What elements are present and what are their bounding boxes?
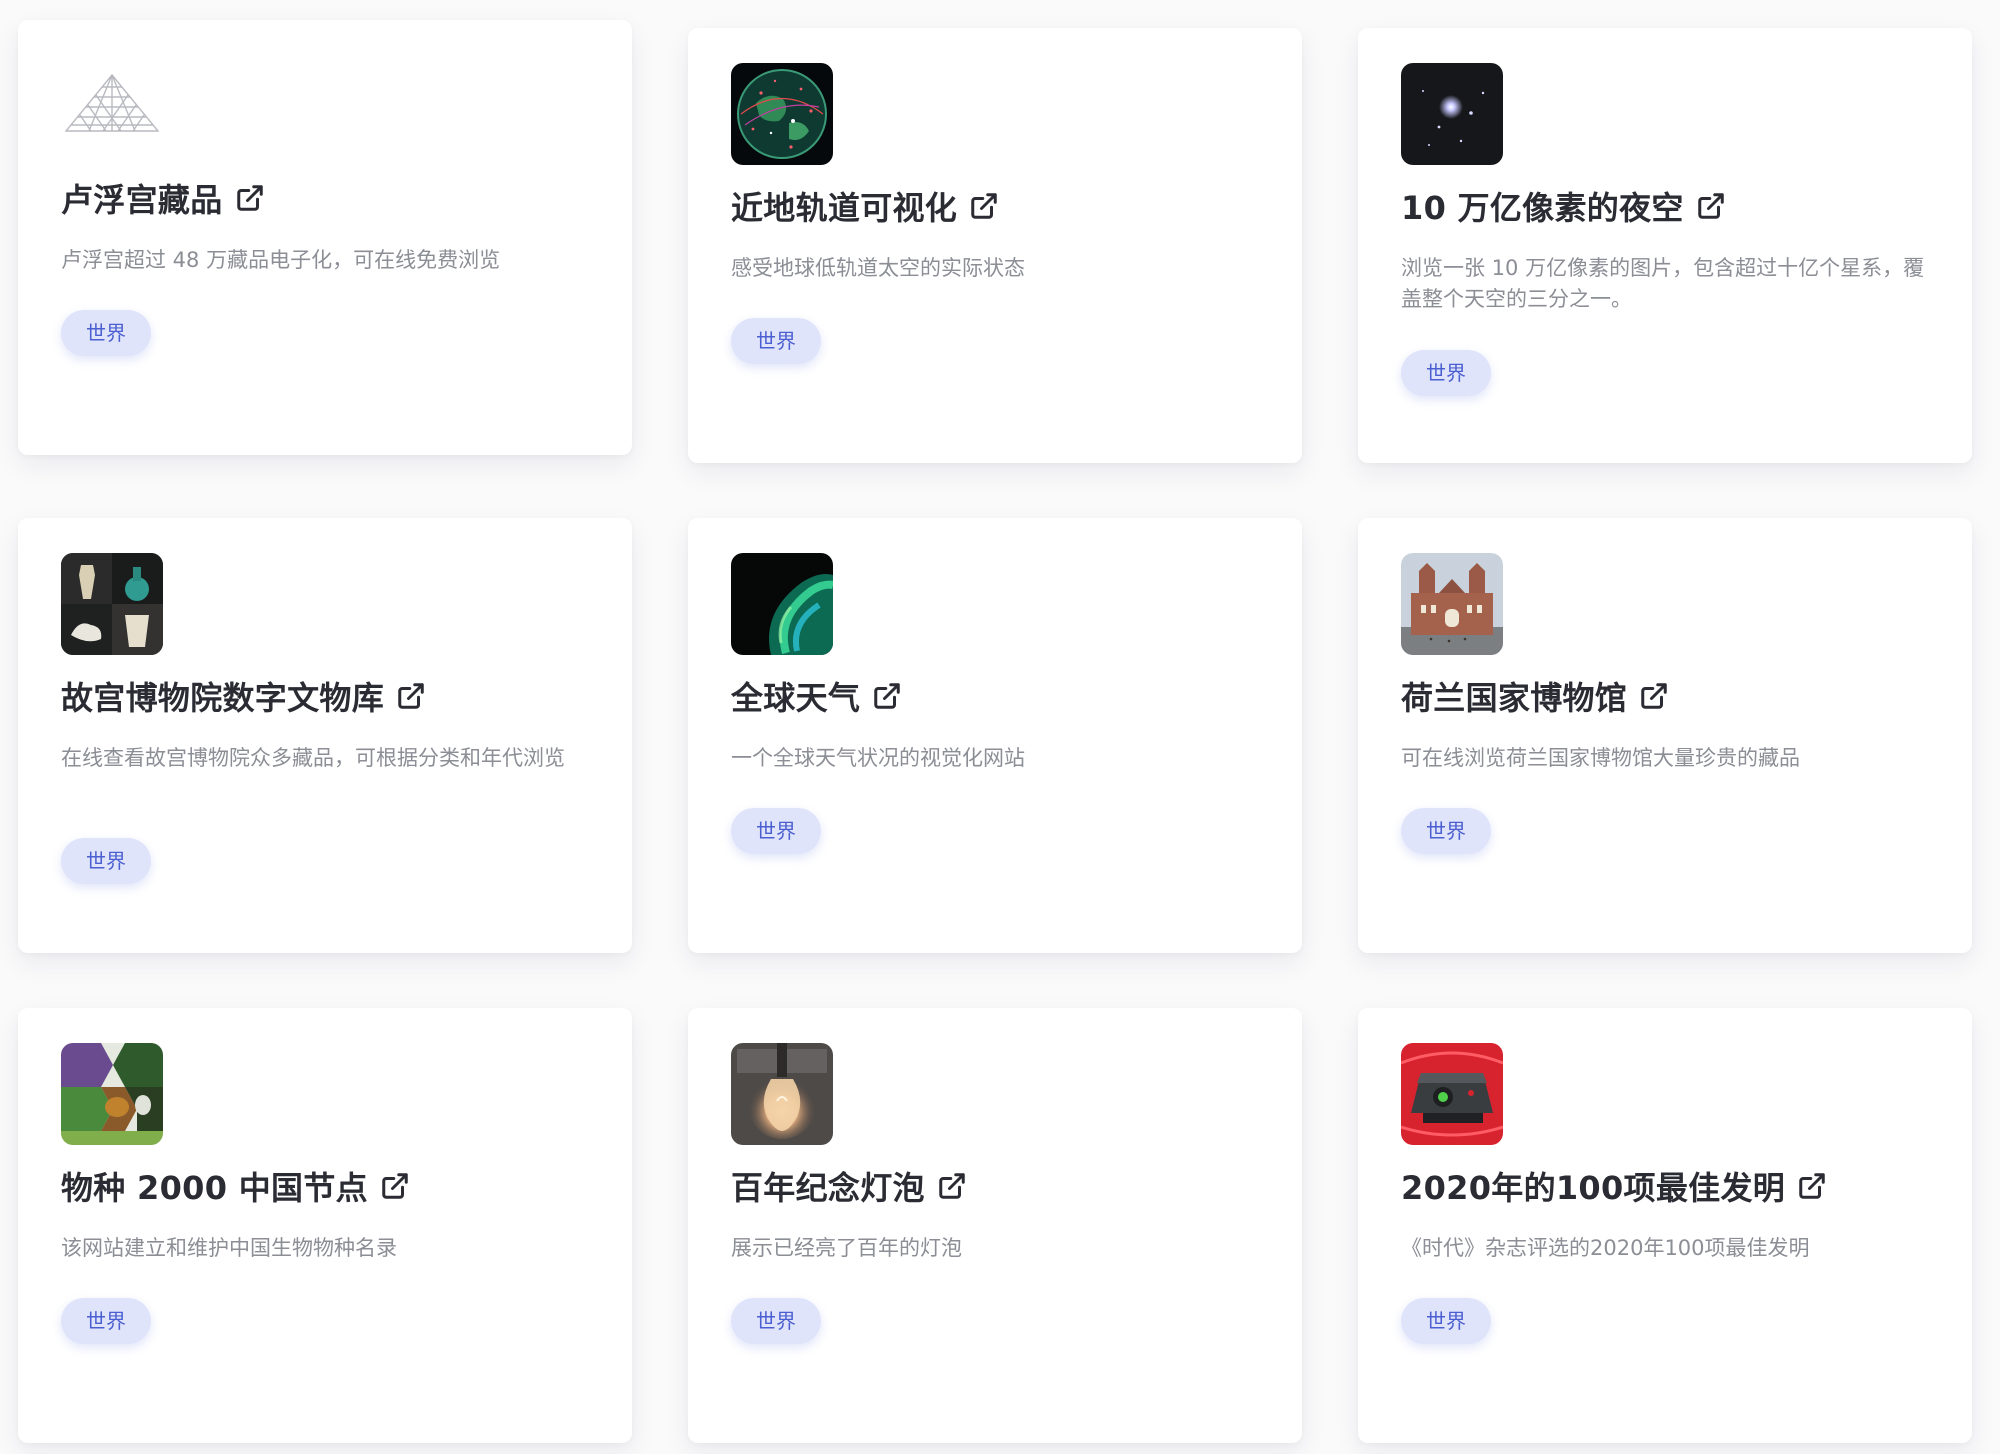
external-link-icon[interactable]	[380, 1171, 410, 1201]
card-description: 《时代》杂志评选的2020年100项最佳发明	[1401, 1236, 1810, 1260]
tag-badge[interactable]: 世界	[1401, 808, 1491, 854]
card-description: 浏览一张 10 万亿像素的图片，包含超过十亿个星系，覆盖整个天空的三分之一。	[1401, 256, 1925, 311]
card-centennial-bulb[interactable]: 百年纪念灯泡 展示已经亮了百年的灯泡 世界	[688, 1008, 1302, 1443]
palace-museum-relics-thumbnail	[61, 553, 163, 655]
night-sky-thumbnail	[1401, 63, 1503, 165]
tag-badge[interactable]: 世界	[731, 318, 821, 364]
card-title[interactable]: 物种 2000 中国节点	[61, 1163, 368, 1209]
centennial-bulb-thumbnail	[731, 1043, 833, 1145]
card-night-sky[interactable]: 10 万亿像素的夜空 浏览一张 10 万亿像素的图片，包含超过十亿个星系，覆盖整…	[1358, 28, 1972, 463]
tag-badge[interactable]: 世界	[61, 838, 151, 884]
external-link-icon[interactable]	[1696, 191, 1726, 221]
card-best-inventions-2020[interactable]: 2020年的100项最佳发明 《时代》杂志评选的2020年100项最佳发明 世界	[1358, 1008, 1972, 1443]
global-weather-thumbnail	[731, 553, 833, 655]
tag-badge[interactable]: 世界	[731, 1298, 821, 1344]
card-louvre[interactable]: 卢浮宫藏品 卢浮宫超过 48 万藏品电子化，可在线免费浏览 世界	[18, 20, 632, 455]
card-title[interactable]: 全球天气	[731, 673, 860, 719]
external-link-icon[interactable]	[396, 681, 426, 711]
external-link-icon[interactable]	[235, 183, 265, 213]
card-description: 可在线浏览荷兰国家博物馆大量珍贵的藏品	[1401, 746, 1800, 770]
card-title[interactable]: 荷兰国家博物馆	[1401, 673, 1627, 719]
card-near-earth-orbit[interactable]: 近地轨道可视化 感受地球低轨道太空的实际状态 世界	[688, 28, 1302, 463]
card-global-weather[interactable]: 全球天气 一个全球天气状况的视觉化网站 世界	[688, 518, 1302, 953]
card-description: 展示已经亮了百年的灯泡	[731, 1236, 962, 1260]
tag-badge[interactable]: 世界	[731, 808, 821, 854]
external-link-icon[interactable]	[937, 1171, 967, 1201]
card-title[interactable]: 10 万亿像素的夜空	[1401, 183, 1684, 229]
card-description: 在线查看故宫博物院众多藏品，可根据分类和年代浏览	[61, 746, 565, 770]
tag-badge[interactable]: 世界	[1401, 350, 1491, 396]
external-link-icon[interactable]	[1797, 1171, 1827, 1201]
card-description: 一个全球天气状况的视觉化网站	[731, 746, 1025, 770]
card-title[interactable]: 百年纪念灯泡	[731, 1163, 925, 1209]
earth-orbit-thumbnail	[731, 63, 833, 165]
species-2000-thumbnail	[61, 1043, 163, 1145]
card-title[interactable]: 故宫博物院数字文物库	[61, 673, 384, 719]
card-palace-museum[interactable]: 故宫博物院数字文物库 在线查看故宫博物院众多藏品，可根据分类和年代浏览 世界	[18, 518, 632, 953]
external-link-icon[interactable]	[872, 681, 902, 711]
card-title[interactable]: 2020年的100项最佳发明	[1401, 1163, 1785, 1209]
rijksmuseum-thumbnail	[1401, 553, 1503, 655]
card-title[interactable]: 卢浮宫藏品	[61, 175, 223, 221]
best-inventions-thumbnail	[1401, 1043, 1503, 1145]
card-description: 感受地球低轨道太空的实际状态	[731, 256, 1025, 280]
louvre-pyramid-icon	[61, 55, 163, 157]
card-rijksmuseum[interactable]: 荷兰国家博物馆 可在线浏览荷兰国家博物馆大量珍贵的藏品 世界	[1358, 518, 1972, 953]
tag-badge[interactable]: 世界	[61, 310, 151, 356]
card-title[interactable]: 近地轨道可视化	[731, 183, 957, 229]
tag-badge[interactable]: 世界	[61, 1298, 151, 1344]
external-link-icon[interactable]	[1639, 681, 1669, 711]
card-description: 卢浮宫超过 48 万藏品电子化，可在线免费浏览	[61, 248, 501, 272]
external-link-icon[interactable]	[969, 191, 999, 221]
card-description: 该网站建立和维护中国生物物种名录	[61, 1236, 397, 1260]
card-species-2000[interactable]: 物种 2000 中国节点 该网站建立和维护中国生物物种名录 世界	[18, 1008, 632, 1443]
tag-badge[interactable]: 世界	[1401, 1298, 1491, 1344]
